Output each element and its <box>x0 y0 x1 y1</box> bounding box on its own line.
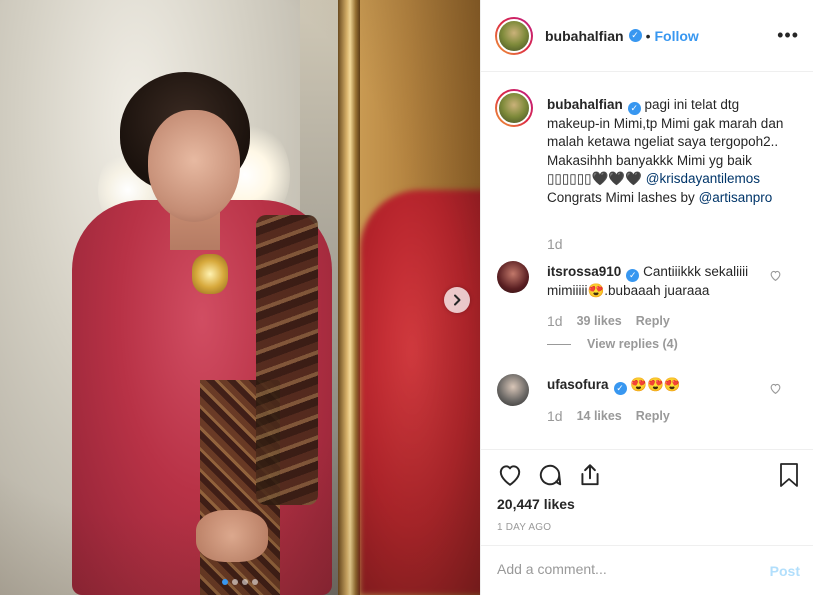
post-timestamp[interactable]: 1 DAY AGO <box>497 522 551 533</box>
caption-username[interactable]: bubahalfian <box>547 97 623 112</box>
carousel-dot <box>242 579 248 585</box>
commenter-avatar[interactable] <box>497 374 529 406</box>
post-comment-button[interactable]: Post <box>770 563 800 579</box>
caption-mention-artisanpro[interactable]: @artisanpro <box>699 190 773 205</box>
comment-text: itsrossa910 ✓ Cantiiikkk sekaliiii mimiii… <box>547 263 777 300</box>
carousel-dot <box>222 579 228 585</box>
bookmark-icon[interactable] <box>777 462 801 488</box>
share-icon[interactable] <box>577 462 603 488</box>
verified-badge-icon: ✓ <box>628 29 642 42</box>
comment-likes[interactable]: 39 likes <box>577 314 622 328</box>
post-photo[interactable] <box>0 0 480 595</box>
caption-timestamp[interactable]: 1d <box>547 236 563 252</box>
likes-count[interactable]: 20,447 likes <box>497 496 575 512</box>
author-avatar[interactable] <box>495 16 533 55</box>
verified-badge-icon: ✓ <box>627 101 641 115</box>
view-replies-label: View replies (4) <box>587 337 678 351</box>
comment-meta: 1d 39 likes Reply <box>547 313 670 329</box>
heart-icon[interactable] <box>497 462 523 488</box>
verified-badge-icon: ✓ <box>626 268 640 282</box>
add-comment-bar: Post <box>481 545 813 595</box>
carousel-indicator <box>222 579 258 585</box>
replies-divider <box>547 343 571 345</box>
comment-timestamp[interactable]: 1d <box>547 408 563 424</box>
carousel-dot <box>252 579 258 585</box>
author-username[interactable]: bubahalfian <box>545 28 624 44</box>
comment-meta: 1d 14 likes Reply <box>547 408 670 424</box>
comment-input[interactable] <box>497 561 747 577</box>
carousel-next-button[interactable] <box>444 287 470 313</box>
reply-button[interactable]: Reply <box>636 314 670 328</box>
commenter-username[interactable]: itsrossa910 <box>547 264 621 279</box>
commenter-avatar[interactable] <box>497 261 529 293</box>
caption-mention-krisdayantilemos[interactable]: @krisdayantilemos <box>646 171 760 186</box>
comments-list[interactable]: bubahalfian ✓ pagi ini telat dtg makeup-i… <box>481 73 813 448</box>
follow-button[interactable]: Follow <box>654 28 698 44</box>
post-header: bubahalfian ✓ • Follow ••• <box>481 0 813 72</box>
carousel-dot <box>232 579 238 585</box>
reply-button[interactable]: Reply <box>636 409 670 423</box>
comment-text: ufasofura ✓ 😍😍😍 <box>547 376 777 395</box>
commenter-username[interactable]: ufasofura <box>547 377 609 392</box>
caption-text: bubahalfian ✓ pagi ini telat dtg makeup-i… <box>547 96 787 207</box>
comment-like-icon[interactable] <box>769 382 782 395</box>
verified-badge-icon: ✓ <box>613 381 627 395</box>
photo-vignette <box>0 0 480 595</box>
caption-avatar[interactable] <box>495 89 533 127</box>
comment-like-icon[interactable] <box>769 269 782 282</box>
caption-body-2: Congrats Mimi lashes by <box>547 189 699 205</box>
post-sidebar: bubahalfian ✓ • Follow ••• bubahalfian ✓ … <box>480 0 813 595</box>
speech-bubble-icon[interactable] <box>537 462 563 488</box>
more-options-button[interactable]: ••• <box>777 26 799 44</box>
view-replies-button[interactable]: View replies (4) <box>547 337 678 351</box>
comment-timestamp[interactable]: 1d <box>547 313 563 329</box>
comment-body: 😍😍😍 <box>626 377 681 392</box>
header-separator: • <box>645 27 651 44</box>
chevron-right-icon <box>454 294 461 306</box>
comment-likes[interactable]: 14 likes <box>577 409 622 423</box>
post-actions: 20,447 likes 1 DAY AGO <box>481 449 813 545</box>
